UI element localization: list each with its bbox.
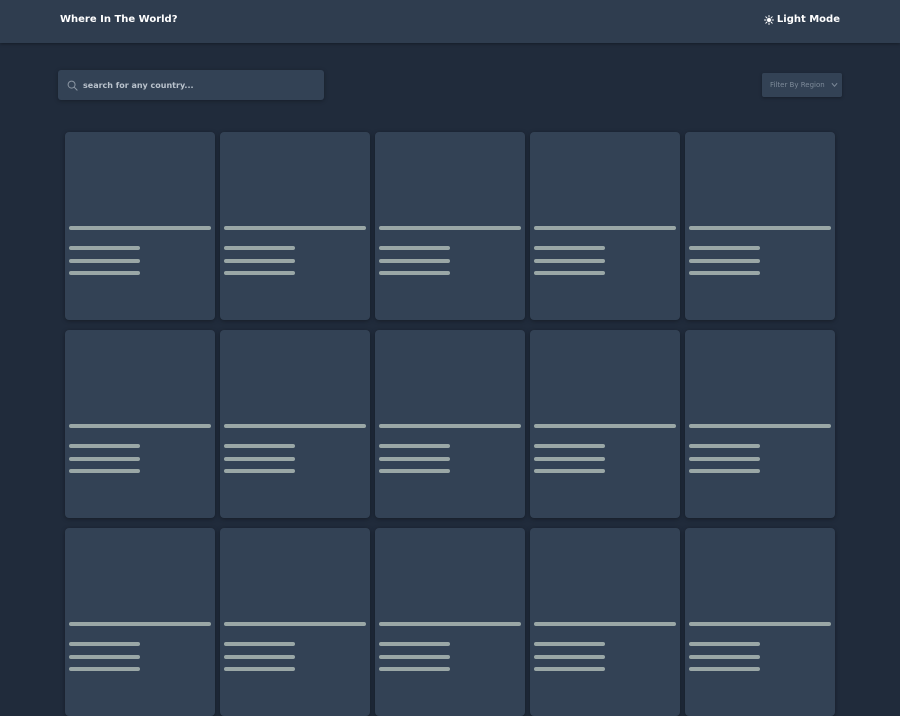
country-card[interactable]	[375, 330, 525, 518]
skeleton-population	[534, 642, 605, 646]
app-title: Where In The World?	[60, 14, 178, 25]
country-card[interactable]	[530, 330, 680, 518]
skeleton-country-name	[379, 424, 521, 428]
skeleton-country-name	[69, 622, 211, 626]
skeleton-capital	[689, 469, 760, 473]
skeleton-capital	[689, 271, 760, 275]
skeleton-capital	[69, 469, 140, 473]
skeleton-country-name	[224, 226, 366, 230]
skeleton-population	[689, 246, 760, 250]
skeleton-region	[379, 457, 450, 461]
country-card[interactable]	[685, 132, 835, 320]
skeleton-capital	[379, 469, 450, 473]
skeleton-capital	[69, 667, 140, 671]
skeleton-capital	[379, 271, 450, 275]
skeleton-capital	[379, 667, 450, 671]
skeleton-country-name	[534, 226, 676, 230]
skeleton-population	[689, 444, 760, 448]
skeleton-region	[69, 655, 140, 659]
search-input[interactable]	[83, 76, 313, 94]
skeleton-capital	[534, 469, 605, 473]
skeleton-capital	[69, 271, 140, 275]
skeleton-population	[379, 642, 450, 646]
region-filter-dropdown[interactable]: Filter By Region	[762, 73, 842, 97]
skeleton-population	[69, 642, 140, 646]
country-card[interactable]	[220, 132, 370, 320]
skeleton-country-name	[69, 226, 211, 230]
country-card[interactable]	[375, 132, 525, 320]
light-mode-toggle[interactable]: Light Mode	[763, 14, 840, 25]
country-card[interactable]	[530, 528, 680, 716]
skeleton-population	[534, 444, 605, 448]
search-box[interactable]	[58, 70, 324, 100]
skeleton-population	[224, 246, 295, 250]
skeleton-country-name	[379, 226, 521, 230]
skeleton-country-name	[379, 622, 521, 626]
region-filter-label: Filter By Region	[770, 81, 825, 89]
skeleton-country-name	[69, 424, 211, 428]
country-card[interactable]	[685, 528, 835, 716]
skeleton-country-name	[224, 622, 366, 626]
skeleton-capital	[689, 667, 760, 671]
skeleton-country-name	[689, 622, 831, 626]
skeleton-population	[534, 246, 605, 250]
skeleton-region	[689, 457, 760, 461]
skeleton-region	[379, 259, 450, 263]
country-card[interactable]	[685, 330, 835, 518]
skeleton-capital	[224, 667, 295, 671]
skeleton-region	[224, 457, 295, 461]
chevron-down-icon	[831, 82, 838, 88]
skeleton-population	[224, 444, 295, 448]
skeleton-region	[224, 259, 295, 263]
skeleton-region	[379, 655, 450, 659]
skeleton-capital	[224, 469, 295, 473]
skeleton-population	[69, 246, 140, 250]
country-card[interactable]	[530, 132, 680, 320]
skeleton-region	[689, 259, 760, 263]
skeleton-country-name	[534, 424, 676, 428]
skeleton-region	[224, 655, 295, 659]
skeleton-region	[689, 655, 760, 659]
skeleton-capital	[534, 271, 605, 275]
skeleton-capital	[224, 271, 295, 275]
skeleton-country-name	[534, 622, 676, 626]
sun-icon	[763, 14, 774, 25]
skeleton-region	[69, 259, 140, 263]
country-card[interactable]	[220, 528, 370, 716]
skeleton-region	[534, 457, 605, 461]
skeleton-population	[379, 246, 450, 250]
skeleton-population	[689, 642, 760, 646]
country-card[interactable]	[375, 528, 525, 716]
country-card[interactable]	[65, 132, 215, 320]
country-card[interactable]	[220, 330, 370, 518]
skeleton-country-name	[689, 424, 831, 428]
skeleton-region	[534, 655, 605, 659]
skeleton-population	[379, 444, 450, 448]
search-icon	[67, 80, 78, 91]
skeleton-population	[224, 642, 295, 646]
skeleton-population	[69, 444, 140, 448]
skeleton-country-name	[689, 226, 831, 230]
app-header: Where In The World? Light Mode	[0, 0, 900, 43]
country-card[interactable]	[65, 330, 215, 518]
country-card[interactable]	[65, 528, 215, 716]
skeleton-country-name	[224, 424, 366, 428]
light-mode-label: Light Mode	[776, 14, 840, 25]
skeleton-capital	[534, 667, 605, 671]
skeleton-region	[69, 457, 140, 461]
skeleton-region	[534, 259, 605, 263]
